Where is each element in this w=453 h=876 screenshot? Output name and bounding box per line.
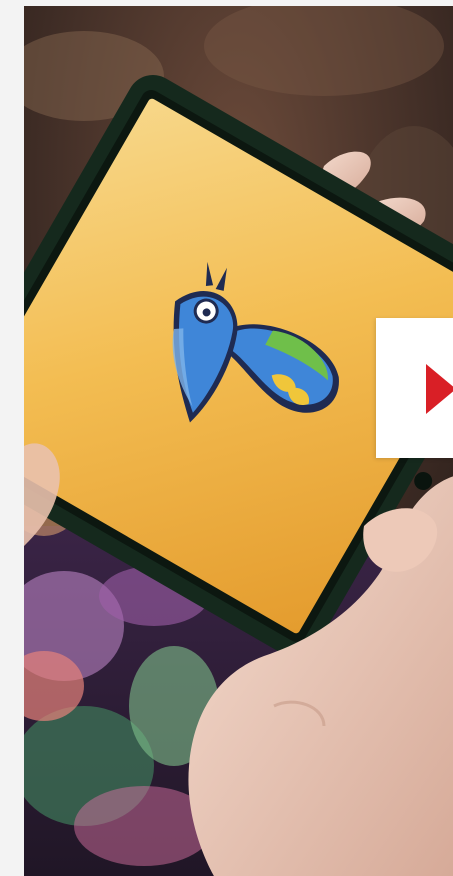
left-margin [0,0,24,876]
play-icon [426,364,453,414]
promo-panel [0,0,453,876]
play-button[interactable] [376,318,453,458]
